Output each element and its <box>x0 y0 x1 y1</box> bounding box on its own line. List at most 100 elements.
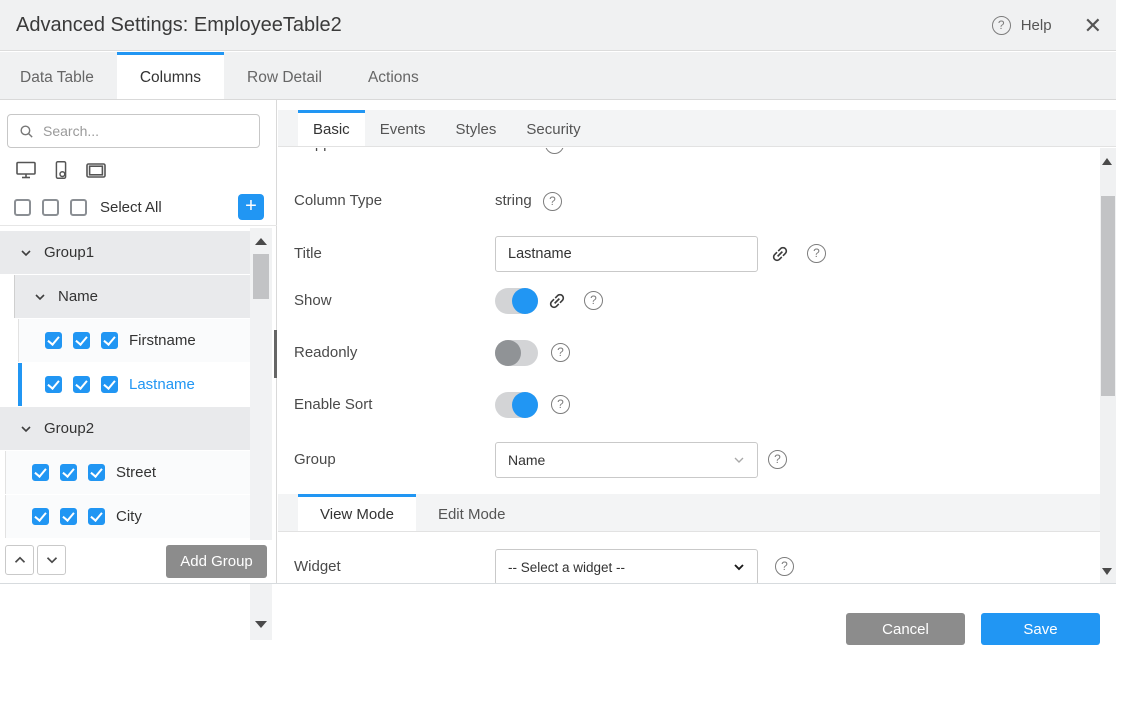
scroll-up-icon[interactable] <box>255 238 267 245</box>
tab-view-mode[interactable]: View Mode <box>298 494 416 531</box>
column-checkbox-mobile[interactable] <box>73 332 90 349</box>
tree-group-group2[interactable]: Group2 <box>0 407 250 450</box>
chevron-down-icon[interactable] <box>18 421 34 437</box>
select-all-row: Select All + <box>0 189 277 226</box>
widget-label: Widget <box>294 558 341 575</box>
search-box[interactable] <box>7 114 260 148</box>
tree-column-firstname[interactable]: Firstname <box>18 319 250 362</box>
column-checkbox-tablet[interactable] <box>88 508 105 525</box>
chevron-down-icon <box>731 452 747 468</box>
tree-group-label: Name <box>58 288 98 305</box>
settings-tab-bar: Basic Events Styles Security <box>278 110 1116 147</box>
move-down-button[interactable] <box>37 545 66 575</box>
tab-security[interactable]: Security <box>511 110 595 146</box>
save-button[interactable]: Save <box>981 613 1100 645</box>
columns-sidebar: Select All + Group1 Name Firstname <box>0 100 277 583</box>
search-input[interactable] <box>43 123 223 139</box>
title-row: Title ? <box>278 236 1100 272</box>
tab-data-table[interactable]: Data Table <box>0 52 117 99</box>
help-icon[interactable]: ? <box>775 557 794 576</box>
show-toggle[interactable] <box>495 288 538 314</box>
column-type-label: Column Type <box>294 192 382 209</box>
help-icon[interactable]: ? <box>992 16 1011 35</box>
help-icon[interactable]: ? <box>545 148 564 154</box>
tree-column-label: Firstname <box>129 332 196 349</box>
device-toggle-row <box>14 154 108 186</box>
cancel-button[interactable]: Cancel <box>846 613 965 645</box>
group-select[interactable]: Name <box>495 442 758 478</box>
tree-column-lastname[interactable]: Lastname <box>18 363 250 406</box>
add-group-button[interactable]: Add Group <box>166 545 267 578</box>
select-all-checkbox-desktop[interactable] <box>14 199 31 216</box>
help-icon[interactable]: ? <box>551 395 570 414</box>
column-checkbox-tablet[interactable] <box>88 464 105 481</box>
column-checkbox-tablet[interactable] <box>101 332 118 349</box>
enable-sort-row: Enable Sort ? <box>278 392 1100 418</box>
move-up-button[interactable] <box>5 545 34 575</box>
help-label[interactable]: Help <box>1021 17 1052 34</box>
dialog-tab-bar: Data Table Columns Row Detail Actions <box>0 52 1116 100</box>
help-icon[interactable]: ? <box>584 291 603 310</box>
readonly-toggle[interactable] <box>495 340 538 366</box>
close-icon[interactable]: ✕ <box>1084 16 1102 36</box>
tree-group-label: Group1 <box>44 244 94 261</box>
dialog-header: Advanced Settings: EmployeeTable2 ? Help… <box>0 0 1116 51</box>
title-input[interactable] <box>495 236 758 272</box>
column-type-row: Column Type string ? <box>278 192 1100 212</box>
tab-edit-mode[interactable]: Edit Mode <box>416 494 528 531</box>
header-actions: ? Help ✕ <box>992 0 1102 51</box>
help-icon[interactable]: ? <box>543 192 562 211</box>
readonly-label: Readonly <box>294 344 357 361</box>
desktop-icon[interactable] <box>14 158 38 182</box>
tree-column-label: Lastname <box>129 376 195 393</box>
column-checkbox-desktop[interactable] <box>32 464 49 481</box>
column-checkbox-desktop[interactable] <box>45 376 62 393</box>
tree-group-name[interactable]: Name <box>14 275 250 318</box>
column-checkbox-mobile[interactable] <box>60 464 77 481</box>
panel-scrollbar[interactable] <box>1100 148 1116 583</box>
scrollbar-thumb[interactable] <box>253 254 269 299</box>
dialog-title: Advanced Settings: EmployeeTable2 <box>16 14 342 37</box>
chevron-down-icon[interactable] <box>32 289 48 305</box>
chevron-up-icon <box>11 551 29 569</box>
scroll-down-icon[interactable] <box>1102 568 1112 575</box>
column-checkbox-tablet[interactable] <box>101 376 118 393</box>
column-checkbox-desktop[interactable] <box>32 508 49 525</box>
scrollbar-thumb[interactable] <box>1101 196 1115 396</box>
column-checkbox-mobile[interactable] <box>73 376 90 393</box>
enable-sort-label: Enable Sort <box>294 396 372 413</box>
column-checkbox-mobile[interactable] <box>60 508 77 525</box>
tab-columns[interactable]: Columns <box>117 52 224 99</box>
help-icon[interactable]: ? <box>768 450 787 469</box>
tree-column-label: Street <box>116 464 156 481</box>
column-checkbox-desktop[interactable] <box>45 332 62 349</box>
group-row: Group Name ? <box>278 442 1100 478</box>
tab-basic[interactable]: Basic <box>298 110 365 146</box>
tree-column-city[interactable]: City <box>5 495 250 538</box>
help-icon[interactable]: ? <box>807 244 826 263</box>
chevron-down-icon[interactable] <box>18 245 34 261</box>
tab-actions[interactable]: Actions <box>345 52 442 99</box>
tab-events[interactable]: Events <box>365 110 441 146</box>
enable-sort-toggle[interactable] <box>495 392 538 418</box>
select-all-checkbox-tablet[interactable] <box>70 199 87 216</box>
link-icon[interactable] <box>770 244 790 264</box>
mobile-icon[interactable] <box>50 158 72 182</box>
link-icon[interactable] <box>547 291 567 311</box>
add-column-button[interactable]: + <box>238 194 264 220</box>
select-all-checkbox-mobile[interactable] <box>42 199 59 216</box>
basic-settings-form: Mapped Column lastname ? Column Type str… <box>278 148 1100 583</box>
group-select-value: Name <box>508 452 545 468</box>
sidebar-footer: Add Group <box>0 540 276 583</box>
widget-select[interactable]: -- Select a widget -- <box>495 549 758 583</box>
scroll-up-icon[interactable] <box>1102 158 1112 165</box>
search-icon <box>18 123 35 140</box>
panel-resize-handle[interactable] <box>274 330 277 378</box>
tablet-icon[interactable] <box>84 158 108 182</box>
tab-row-detail[interactable]: Row Detail <box>224 52 345 99</box>
help-icon[interactable]: ? <box>551 343 570 362</box>
tab-styles[interactable]: Styles <box>441 110 512 146</box>
scroll-down-icon[interactable] <box>255 621 267 628</box>
tree-group-group1[interactable]: Group1 <box>0 231 250 274</box>
tree-column-street[interactable]: Street <box>5 451 250 494</box>
